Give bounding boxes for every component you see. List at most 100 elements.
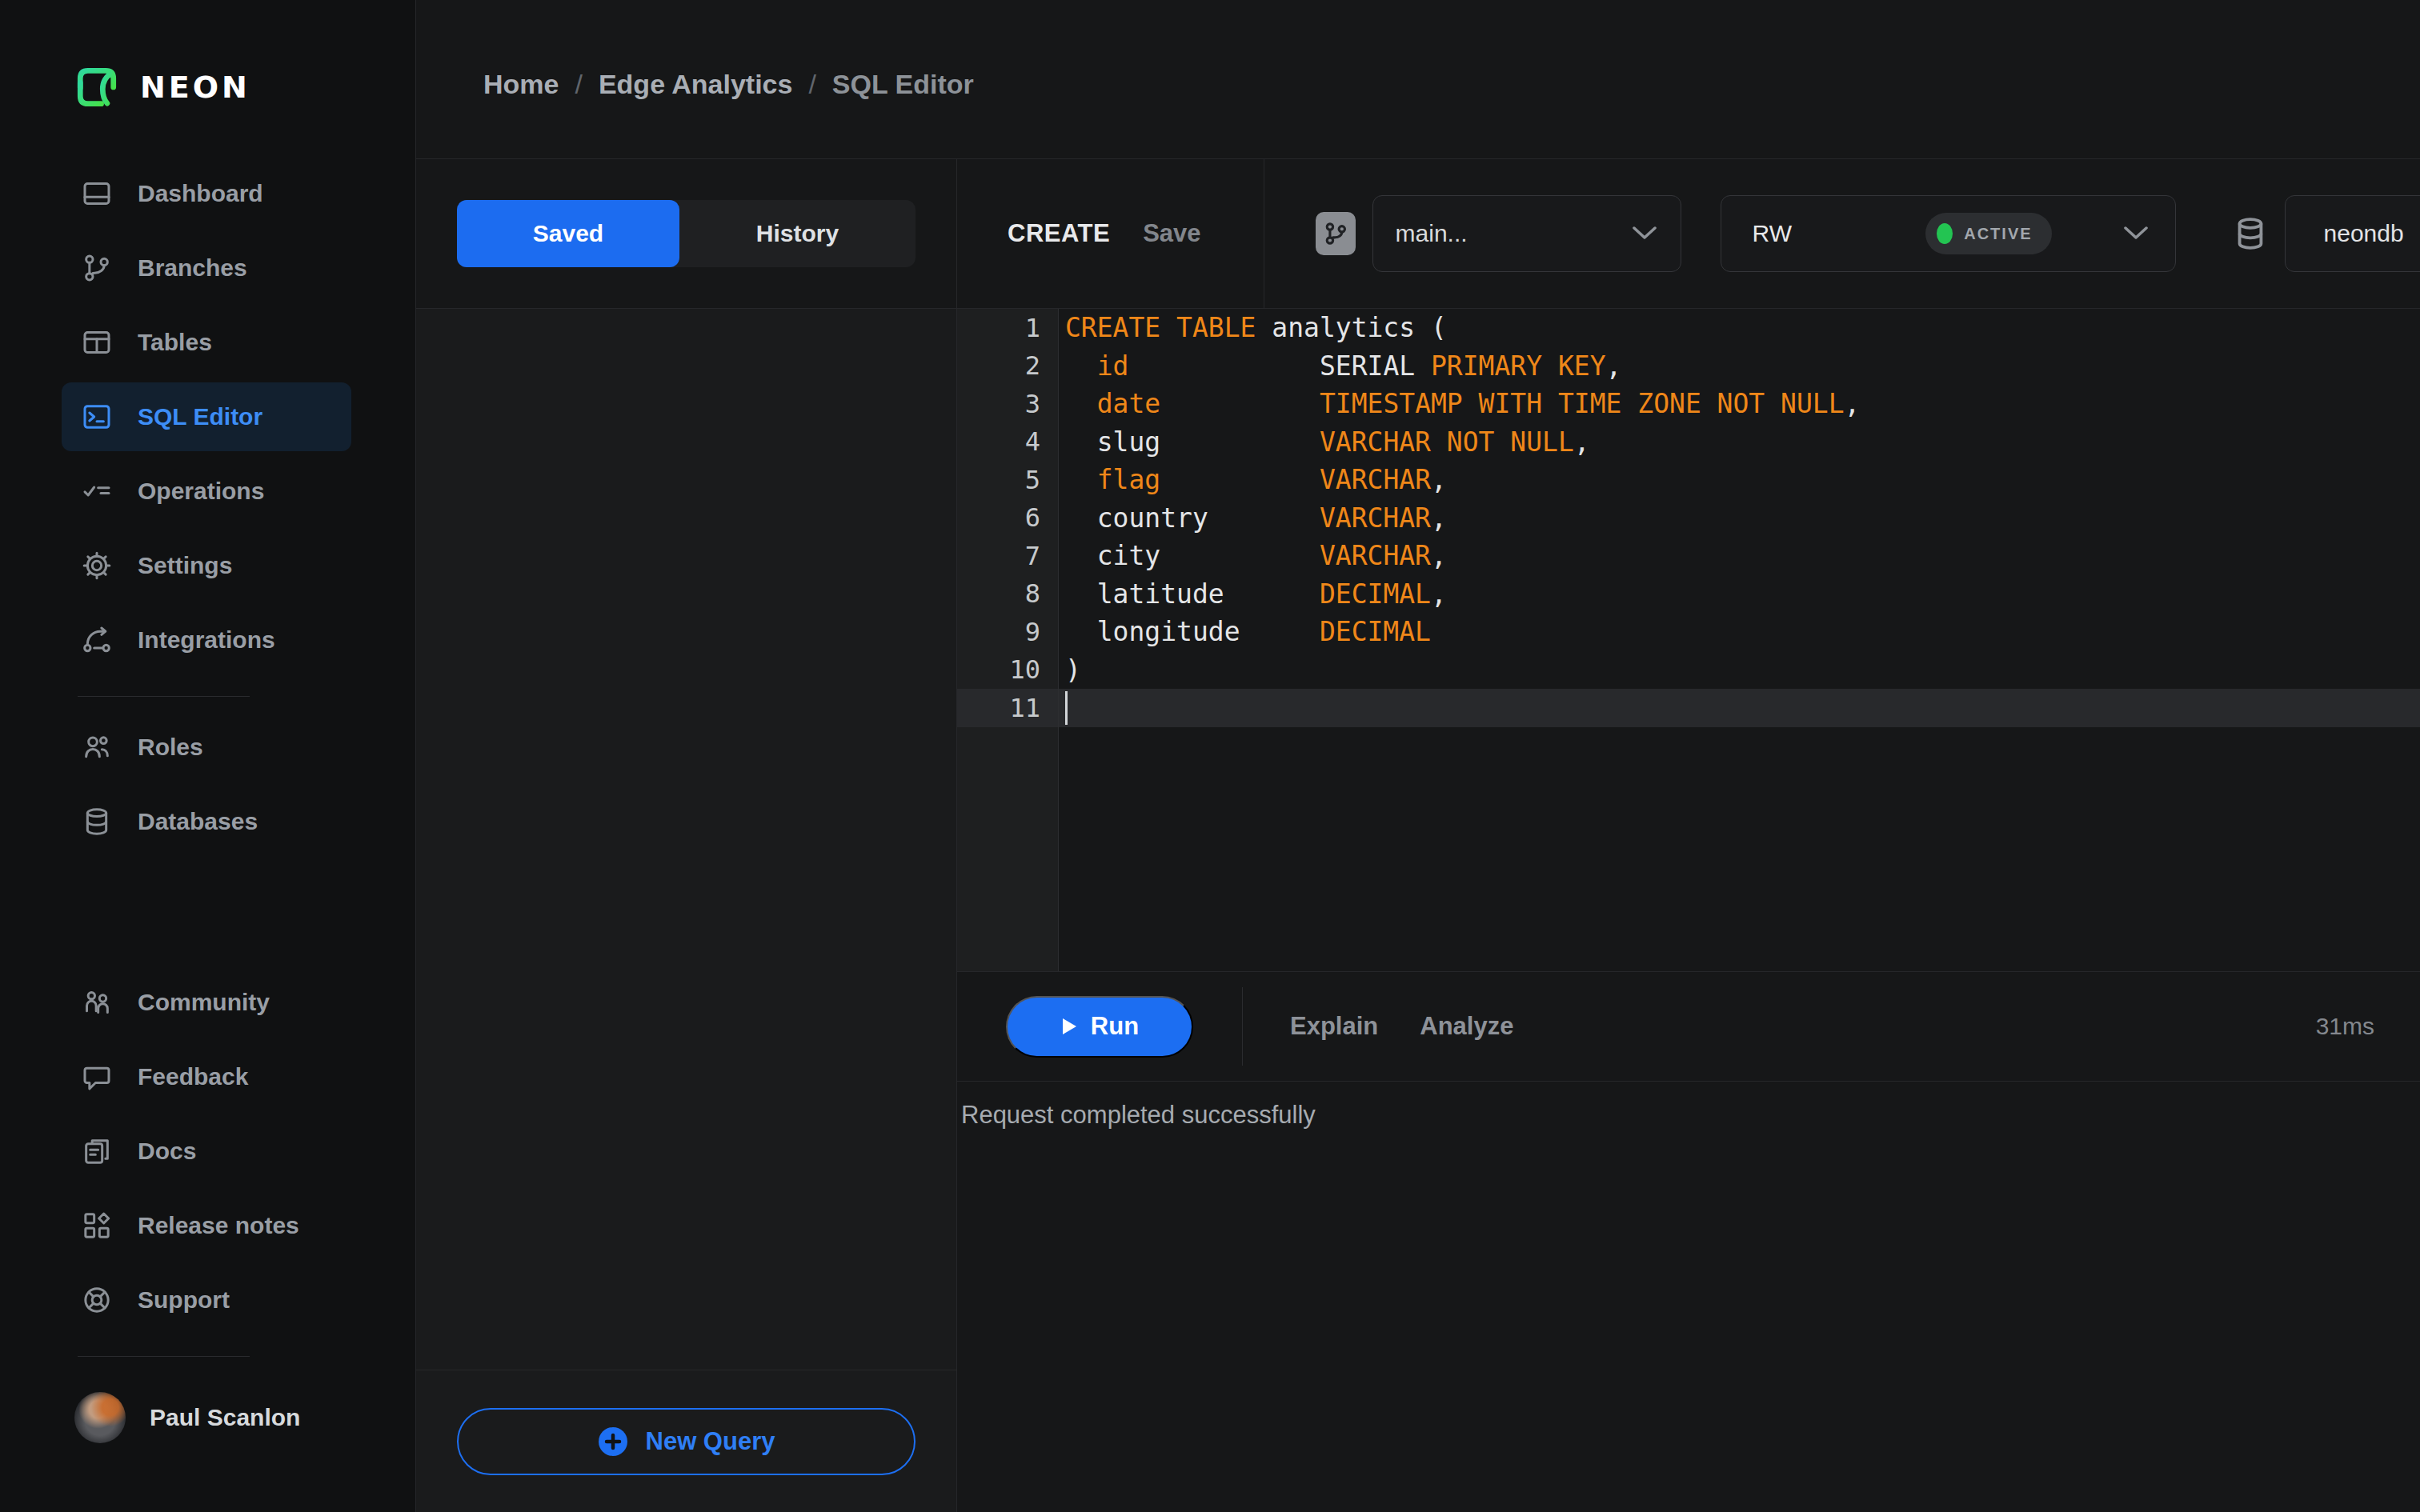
- line-number: 7: [957, 537, 1059, 575]
- code-editor[interactable]: 1CREATE TABLE analytics (2 id SERIAL PRI…: [957, 309, 2420, 972]
- breadcrumb-item: SQL Editor: [832, 69, 974, 100]
- database-select[interactable]: neondb: [2285, 195, 2420, 272]
- code-line-7: 7 city VARCHAR,: [957, 537, 2420, 575]
- database-icon: [2232, 215, 2269, 252]
- queries-toggle-row: SavedHistory: [416, 159, 956, 309]
- tab-saved[interactable]: Saved: [457, 200, 679, 267]
- actions-divider: [1242, 987, 1243, 1066]
- operations-icon: [81, 475, 113, 507]
- tab-history[interactable]: History: [679, 200, 916, 267]
- code-line-content: [1059, 689, 2420, 727]
- code-line-8: 8 latitude DECIMAL,: [957, 575, 2420, 614]
- feedback-icon: [81, 1061, 113, 1093]
- line-number: 3: [957, 385, 1059, 423]
- sidebar-item-label: Community: [138, 989, 270, 1016]
- new-query-button[interactable]: New Query: [457, 1408, 916, 1475]
- sidebar-item-label: Settings: [138, 552, 232, 579]
- sidebar-item-label: Docs: [138, 1138, 196, 1165]
- sidebar-item-integrations[interactable]: Integrations: [62, 606, 351, 674]
- sidebar-item-dashboard[interactable]: Dashboard: [62, 159, 351, 228]
- sidebar-item-branches[interactable]: Branches: [62, 234, 351, 302]
- code-line-3: 3 date TIMESTAMP WITH TIME ZONE NOT NULL…: [957, 385, 2420, 423]
- branch-select[interactable]: main...: [1372, 195, 1681, 272]
- sidebar-item-label: Support: [138, 1286, 230, 1314]
- explain-button[interactable]: Explain: [1290, 1012, 1378, 1041]
- line-number: 6: [957, 499, 1059, 538]
- query-tab-title[interactable]: CREATE: [1008, 219, 1110, 248]
- docs-icon: [81, 1135, 113, 1167]
- endpoint-select[interactable]: RW ACTIVE: [1721, 195, 2176, 272]
- save-button[interactable]: Save: [1143, 219, 1200, 248]
- editor-actions-row: Run Explain Analyze 31ms: [957, 972, 2420, 1082]
- tables-icon: [81, 326, 113, 358]
- user-name: Paul Scanlon: [150, 1404, 300, 1431]
- line-number: 5: [957, 461, 1059, 499]
- code-line-11: 11: [957, 689, 2420, 727]
- sidebar-item-label: Integrations: [138, 626, 275, 654]
- code-line-content: city VARCHAR,: [1059, 537, 2420, 575]
- sidebar-item-label: Release notes: [138, 1212, 299, 1239]
- sidebar-item-community[interactable]: Community: [62, 968, 351, 1037]
- sidebar-item-label: Feedback: [138, 1063, 248, 1090]
- sidebar-item-operations[interactable]: Operations: [62, 457, 351, 526]
- line-number: 10: [957, 651, 1059, 690]
- database-select-value: neondb: [2324, 220, 2404, 247]
- sidebar-item-docs[interactable]: Docs: [62, 1117, 351, 1186]
- code-line-content: latitude DECIMAL,: [1059, 575, 2420, 614]
- sidebar-item-support[interactable]: Support: [62, 1266, 351, 1334]
- sidebar-item-settings[interactable]: Settings: [62, 531, 351, 600]
- code-line-content: ): [1059, 651, 2420, 690]
- sidebar-item-sql-editor[interactable]: SQL Editor: [62, 382, 351, 451]
- sidebar-item-tables[interactable]: Tables: [62, 308, 351, 377]
- run-label: Run: [1091, 1012, 1139, 1041]
- sidebar-item-label: Dashboard: [138, 180, 263, 207]
- plus-circle-icon: [598, 1426, 628, 1457]
- breadcrumb-separator: /: [808, 69, 815, 100]
- sidebar-divider: [78, 696, 250, 697]
- sidebar-item-databases[interactable]: Databases: [62, 787, 351, 856]
- new-query-label: New Query: [646, 1427, 775, 1456]
- saved-history-toggle: SavedHistory: [457, 200, 916, 267]
- sidebar-item-feedback[interactable]: Feedback: [62, 1042, 351, 1111]
- sidebar-item-label: Tables: [138, 329, 212, 356]
- gutter-empty: [957, 727, 1059, 972]
- databases-icon: [81, 806, 113, 838]
- endpoint-status-badge: ACTIVE: [1925, 213, 2051, 254]
- sidebar-item-release-notes[interactable]: Release notes: [62, 1191, 351, 1260]
- query-result-message: Request completed successfully: [957, 1082, 2420, 1512]
- editor-topbar: CREATE Save main... RW: [957, 159, 2420, 309]
- sql-editor-pane: CREATE Save main... RW: [957, 159, 2420, 1512]
- sidebar-nav-main: Dashboard Branches Tables SQL EditorOperati…: [62, 159, 351, 680]
- sidebar-divider-bottom: [78, 1356, 250, 1357]
- code-line-content: flag VARCHAR,: [1059, 461, 2420, 499]
- sidebar-item-roles[interactable]: Roles: [62, 713, 351, 782]
- sidebar-nav-footer: Community Feedback Docs Release notes Suppor…: [62, 968, 351, 1340]
- sidebar-item-label: Branches: [138, 254, 247, 282]
- line-number: 2: [957, 347, 1059, 386]
- analyze-button[interactable]: Analyze: [1420, 1012, 1513, 1041]
- brand-name: NEON: [140, 70, 250, 105]
- community-icon: [81, 986, 113, 1018]
- chevron-down-icon: [1633, 226, 1657, 241]
- roles-icon: [81, 731, 113, 763]
- user-menu[interactable]: Paul Scanlon: [62, 1392, 351, 1443]
- branch-icon-button[interactable]: [1316, 212, 1356, 255]
- code-line-9: 9 longitude DECIMAL: [957, 613, 2420, 651]
- code-line-content: id SERIAL PRIMARY KEY,: [1059, 347, 2420, 386]
- run-button[interactable]: Run: [1006, 996, 1193, 1058]
- neon-logo-icon: [74, 65, 119, 110]
- breadcrumb-item[interactable]: Home: [483, 69, 559, 100]
- integrations-icon: [81, 624, 113, 656]
- release-notes-icon: [81, 1210, 113, 1242]
- code-line-content: longitude DECIMAL: [1059, 613, 2420, 651]
- line-number: 1: [957, 309, 1059, 347]
- avatar: [74, 1392, 126, 1443]
- code-line-2: 2 id SERIAL PRIMARY KEY,: [957, 347, 2420, 386]
- queries-panel: SavedHistory New Query: [416, 159, 957, 1512]
- brand-logo[interactable]: NEON: [74, 65, 351, 110]
- breadcrumb-item[interactable]: Edge Analytics: [599, 69, 792, 100]
- code-line-4: 4 slug VARCHAR NOT NULL,: [957, 423, 2420, 462]
- line-number: 11: [957, 689, 1059, 727]
- code-line-5: 5 flag VARCHAR,: [957, 461, 2420, 499]
- line-number: 8: [957, 575, 1059, 614]
